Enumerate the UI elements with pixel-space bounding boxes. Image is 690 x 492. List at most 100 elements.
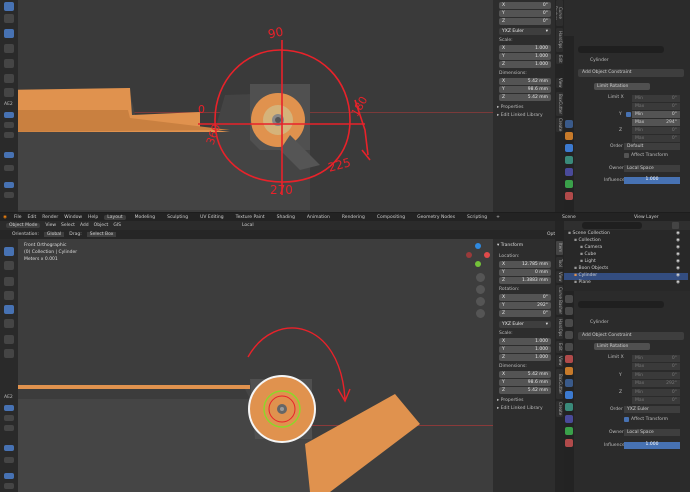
top-constraint-name[interactable]: Limit Rotation: [594, 83, 650, 90]
outliner-item[interactable]: ▪ Scene Collection ◉: [568, 231, 688, 238]
top-x-max[interactable]: Max 0°: [632, 103, 680, 110]
top-dim-y[interactable]: Y 98.6 mm: [499, 86, 551, 93]
ws-shading[interactable]: Shading: [274, 215, 298, 220]
top-constraint-icon[interactable]: [565, 168, 573, 176]
top-tab-view[interactable]: View: [556, 78, 563, 88]
owner-select[interactable]: Local Space: [624, 429, 680, 436]
top-tab-boxcutter[interactable]: BoxCutter: [556, 92, 563, 116]
rot-z-field[interactable]: Z 0°: [499, 310, 551, 317]
top-dim-z[interactable]: Z 5.42 mm: [499, 94, 551, 101]
rotate-tool-icon[interactable]: [4, 44, 14, 53]
modifier-props-icon[interactable]: [565, 379, 573, 387]
top-scale-x[interactable]: X 1.000: [499, 45, 551, 52]
menu-file[interactable]: File: [14, 215, 22, 220]
outliner-search[interactable]: [582, 222, 642, 229]
tb-tool-g[interactable]: [4, 192, 14, 198]
b-tb-tool-c[interactable]: [4, 425, 14, 431]
order-select[interactable]: YXZ Euler: [624, 406, 680, 413]
tab-edit[interactable]: Edit: [556, 341, 563, 353]
tb-tool-a[interactable]: [4, 112, 14, 118]
physics-props-icon[interactable]: [565, 403, 573, 411]
orientation-select[interactable]: Global: [43, 232, 65, 237]
tab-item[interactable]: Item: [556, 241, 563, 255]
outliner-item[interactable]: ▪ Light ◉: [580, 259, 688, 266]
top-scale-y[interactable]: Y 1.000: [499, 53, 551, 60]
tab-create[interactable]: Create: [556, 401, 563, 417]
view-layer-selector[interactable]: View Layer: [634, 215, 659, 220]
transform-header[interactable]: ▾ Transform: [497, 243, 523, 248]
b-tb-tool-a[interactable]: [4, 405, 14, 411]
visibility-eye-icon[interactable]: ◉: [676, 231, 680, 236]
mode-select[interactable]: Object Mode: [6, 223, 41, 228]
material-props-icon[interactable]: [565, 439, 573, 447]
top-tab-hardops[interactable]: HardOps: [556, 28, 563, 52]
select-tool-icon[interactable]: [4, 2, 14, 11]
visibility-eye-icon[interactable]: ◉: [676, 259, 680, 264]
tool-props-icon[interactable]: [565, 295, 573, 303]
pivot-select[interactable]: Local: [242, 223, 254, 228]
view-layer-icon[interactable]: [565, 331, 573, 339]
outliner-item[interactable]: ▪ Cube ◉: [580, 252, 688, 259]
z-min-field[interactable]: Min 0°: [632, 389, 680, 396]
scale-x-field[interactable]: X 1.000: [499, 338, 551, 345]
top-scale-z[interactable]: Z 1.000: [499, 61, 551, 68]
b-move-tool-icon[interactable]: [4, 277, 14, 286]
gizmo-neg-x-icon[interactable]: [466, 252, 472, 258]
tb-tool-c[interactable]: [4, 132, 14, 138]
top-edit-linked-header[interactable]: ▸ Edit Linked Library: [497, 113, 543, 118]
top-affect-check[interactable]: [624, 153, 629, 158]
top-particles-icon[interactable]: [565, 144, 573, 152]
dim-x-field[interactable]: X 5.42 mm: [499, 371, 551, 378]
tb-tool-f[interactable]: [4, 182, 14, 188]
ws-scripting[interactable]: Scripting: [464, 215, 490, 220]
b-annotate-tool-icon[interactable]: [4, 335, 14, 344]
ws-texture[interactable]: Texture Paint: [233, 215, 268, 220]
top-props-search[interactable]: [578, 46, 664, 53]
move-tool-icon[interactable]: [4, 29, 14, 38]
ws-geonodes[interactable]: Geometry Nodes: [414, 215, 458, 220]
visibility-eye-icon[interactable]: ◉: [676, 280, 680, 285]
top-z-max[interactable]: Max 0°: [632, 135, 680, 142]
top-order-select[interactable]: Default: [624, 143, 680, 150]
visibility-eye-icon[interactable]: ◉: [676, 245, 680, 250]
dim-z-field[interactable]: Z 5.42 mm: [499, 387, 551, 394]
tab-boxcutter[interactable]: BoxCutter: [556, 369, 563, 399]
top-rot-x-field[interactable]: X 0°: [499, 2, 551, 9]
y-max-field[interactable]: Max 292°: [632, 380, 680, 387]
ws-animation[interactable]: Animation: [304, 215, 333, 220]
top-viewport[interactable]: 90 0 360 270 225 180: [0, 0, 493, 212]
tb-tool-d[interactable]: [4, 152, 14, 158]
data-props-icon[interactable]: [565, 427, 573, 435]
rot-x-field[interactable]: X 0°: [499, 294, 551, 301]
menu-window[interactable]: Window: [64, 215, 82, 220]
outliner-item[interactable]: ▪ Collection ◉: [574, 238, 688, 245]
b-tb-tool-g[interactable]: [4, 483, 14, 489]
gizmo-z-icon[interactable]: [475, 243, 481, 249]
top-influence-slider[interactable]: 1.000: [624, 177, 680, 184]
ws-rendering[interactable]: Rendering: [339, 215, 368, 220]
b-rotate-tool-icon[interactable]: [4, 291, 14, 300]
menu-help[interactable]: Help: [88, 215, 98, 220]
y-min-field[interactable]: Min 0°: [632, 372, 680, 379]
top-object-icon[interactable]: [565, 132, 573, 140]
visibility-eye-icon[interactable]: ◉: [676, 238, 680, 243]
tab-view-2[interactable]: View: [556, 355, 563, 367]
top-tab-create[interactable]: Create: [556, 118, 563, 132]
scale-tool-icon[interactable]: [4, 59, 14, 68]
top-x-min[interactable]: Min 0°: [632, 95, 680, 102]
drag-select[interactable]: Select Box: [86, 232, 117, 237]
gizmo-x-icon[interactable]: [484, 252, 490, 258]
visibility-eye-icon[interactable]: ◉: [676, 273, 680, 278]
annotate-tool-icon[interactable]: [4, 88, 14, 97]
top-data-icon[interactable]: [565, 180, 573, 188]
loc-x-field[interactable]: X 12.785 mm: [499, 261, 551, 268]
dim-y-field[interactable]: Y 98.6 mm: [499, 379, 551, 386]
tab-hardops[interactable]: HardOps: [556, 317, 563, 339]
b-transform-tool-icon[interactable]: [4, 319, 14, 328]
outliner-item[interactable]: ▪ Boon Objects ◉: [574, 266, 688, 273]
blender-logo-icon[interactable]: ◉: [3, 215, 7, 220]
edit-linked-subpanel[interactable]: ▸ Edit Linked Library: [497, 406, 543, 411]
tb-tool-b[interactable]: [4, 122, 14, 128]
menu-view[interactable]: View: [45, 223, 56, 228]
navigation-gizmo[interactable]: [466, 243, 490, 267]
